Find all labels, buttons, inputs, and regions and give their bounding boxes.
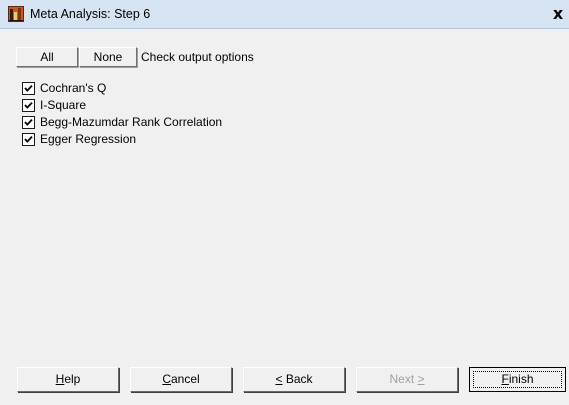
help-label: elp <box>64 372 81 386</box>
close-button[interactable]: x <box>547 3 569 25</box>
finish-label: inish <box>508 372 534 386</box>
app-icon <box>8 6 24 22</box>
i-square-checkbox[interactable] <box>22 98 35 112</box>
title-bar[interactable]: Meta Analysis: Step 6 x <box>0 0 569 29</box>
back-button[interactable]: < Back <box>243 367 345 392</box>
select-none-label: None <box>93 50 123 64</box>
checkmark-icon <box>24 135 33 143</box>
cancel-button[interactable]: Cancel <box>130 367 232 392</box>
cochrans-q-checkbox[interactable] <box>22 81 35 95</box>
begg-mazumdar-label: Begg-Mazumdar Rank Correlation <box>40 115 223 129</box>
option-egger-regression[interactable]: Egger Regression <box>22 131 136 147</box>
next-button[interactable]: Next > <box>356 367 458 392</box>
i-square-label: I-Square <box>40 98 87 112</box>
cochrans-q-label: Cochran's Q <box>40 81 107 95</box>
checkmark-icon <box>24 101 33 109</box>
check-output-options-label: Check output options <box>141 50 254 64</box>
next-label: Next <box>389 372 418 386</box>
option-i-square[interactable]: I-Square <box>22 97 86 113</box>
help-button[interactable]: Help <box>17 367 119 392</box>
back-accel: < <box>275 372 283 386</box>
checkmark-icon <box>24 84 33 92</box>
cancel-accel: C <box>162 372 171 386</box>
cancel-label: ancel <box>170 372 200 386</box>
select-all-label: All <box>40 50 54 64</box>
window-title: Meta Analysis: Step 6 <box>30 7 151 21</box>
finish-button[interactable]: Finish <box>469 367 566 392</box>
begg-mazumdar-checkbox[interactable] <box>22 115 35 129</box>
checkmark-icon <box>24 118 33 126</box>
select-all-button[interactable]: All <box>16 47 78 67</box>
back-label: Back <box>282 372 313 386</box>
finish-accel: F <box>501 372 509 386</box>
close-icon: x <box>552 4 564 23</box>
option-begg-mazumdar[interactable]: Begg-Mazumdar Rank Correlation <box>22 114 222 130</box>
select-none-button[interactable]: None <box>79 47 137 67</box>
next-accel: > <box>417 372 425 386</box>
option-cochrans-q[interactable]: Cochran's Q <box>22 80 106 96</box>
egger-regression-label: Egger Regression <box>40 132 137 146</box>
egger-regression-checkbox[interactable] <box>22 132 35 146</box>
